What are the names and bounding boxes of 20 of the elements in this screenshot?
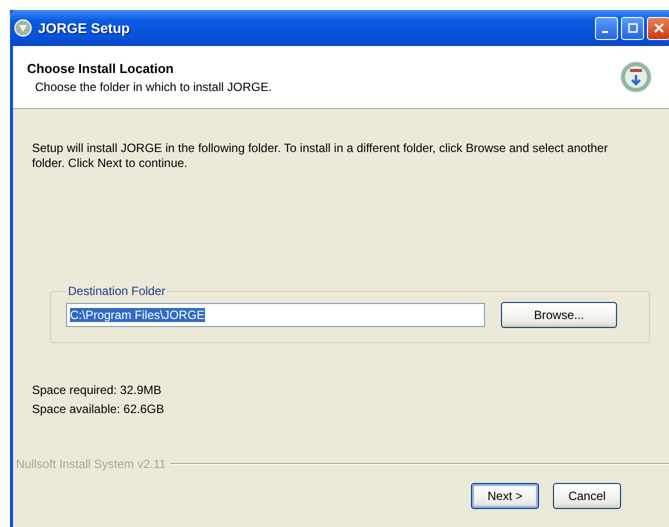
next-button[interactable]: Next >: [471, 483, 539, 509]
minimize-button[interactable]: [595, 16, 618, 40]
maximize-icon: [628, 23, 638, 33]
cancel-button[interactable]: Cancel: [553, 483, 621, 509]
page-title: Choose Install Location: [27, 60, 175, 76]
maximize-button[interactable]: [621, 16, 644, 40]
install-disc-icon: [620, 61, 652, 93]
page-subtitle: Choose the folder in which to install JORGE.: [34, 80, 272, 94]
window-title: JORGE Setup: [38, 20, 131, 36]
branding-text: Nullsoft Install System v2.11: [16, 457, 166, 471]
space-info: Space available: 62.6GB: [32, 401, 166, 418]
installer-icon: [14, 19, 32, 37]
close-icon: [654, 23, 664, 33]
space-info: Space required: 32.9MB: [32, 382, 162, 399]
browse-button[interactable]: Browse...: [501, 302, 617, 328]
minimize-icon: [602, 31, 608, 33]
close-button[interactable]: [647, 16, 669, 40]
instruction-text: Setup will install JORGE in the following folder. To install in a different folder, click Browse and select another folder. Click Next to continue.: [32, 141, 609, 171]
group-label: Destination Folder: [67, 284, 166, 298]
path-field[interactable]: C:\Program Files\JORGE: [66, 303, 485, 327]
